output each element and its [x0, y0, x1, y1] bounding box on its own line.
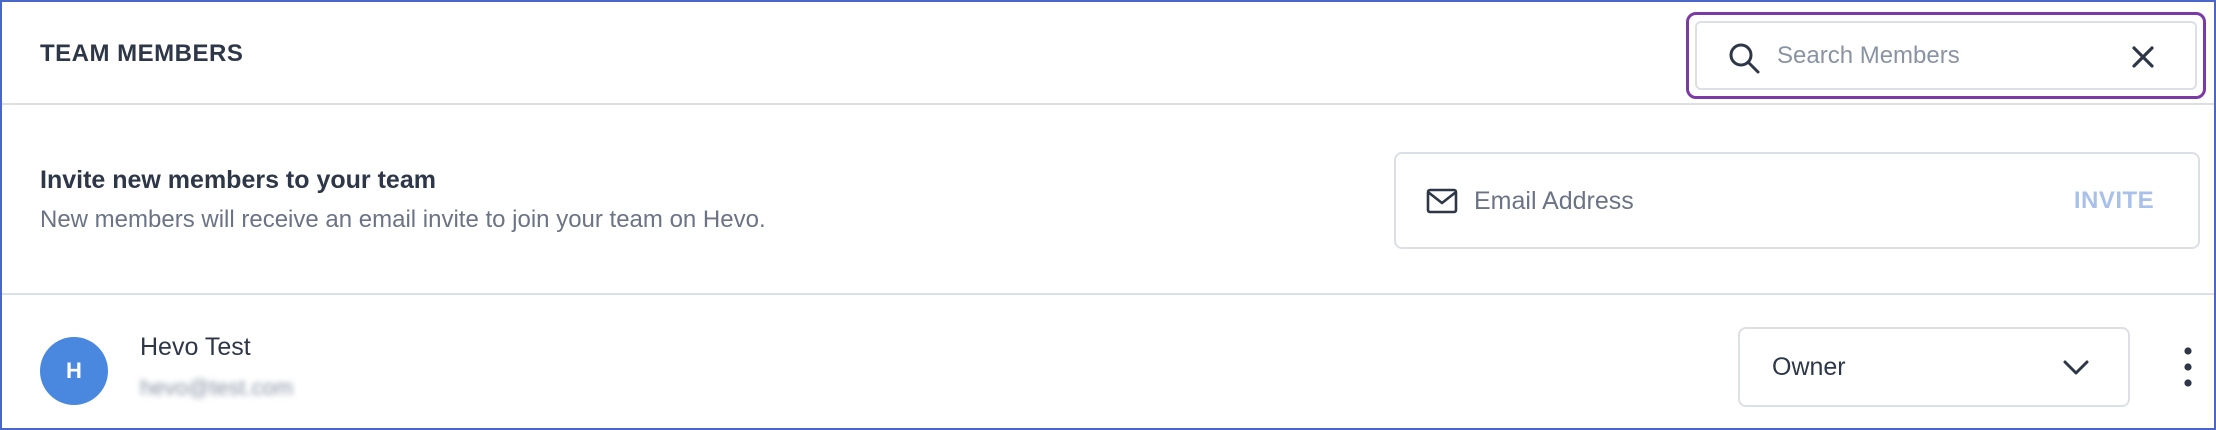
close-icon[interactable]	[2131, 45, 2155, 69]
invite-section: Invite new members to your team New memb…	[2, 105, 2214, 295]
role-value: Owner	[1772, 353, 1846, 381]
panel-header: TEAM MEMBERS	[2, 2, 2214, 105]
invite-button[interactable]: INVITE	[2044, 178, 2184, 224]
mail-icon	[1426, 188, 1458, 214]
more-vertical-icon[interactable]	[2178, 345, 2198, 389]
list-item: H Hevo Test hevo@test.com Owner	[2, 295, 2214, 428]
search-box[interactable]	[1695, 21, 2197, 90]
invite-description: New members will receive an email invite…	[40, 206, 766, 233]
member-name: Hevo Test	[140, 333, 251, 361]
search-icon	[1729, 43, 1760, 74]
invite-heading: Invite new members to your team	[40, 166, 436, 194]
page-title: TEAM MEMBERS	[40, 40, 244, 67]
invite-email-box: INVITE	[1394, 152, 2200, 249]
email-field[interactable]	[1474, 180, 2034, 222]
team-members-panel: TEAM MEMBERS Invite new members to your …	[0, 0, 2216, 430]
avatar: H	[40, 337, 108, 405]
member-email: hevo@test.com	[140, 375, 294, 400]
chevron-down-icon	[2063, 360, 2089, 375]
role-dropdown[interactable]: Owner	[1738, 327, 2130, 407]
search-input[interactable]	[1777, 35, 2107, 77]
